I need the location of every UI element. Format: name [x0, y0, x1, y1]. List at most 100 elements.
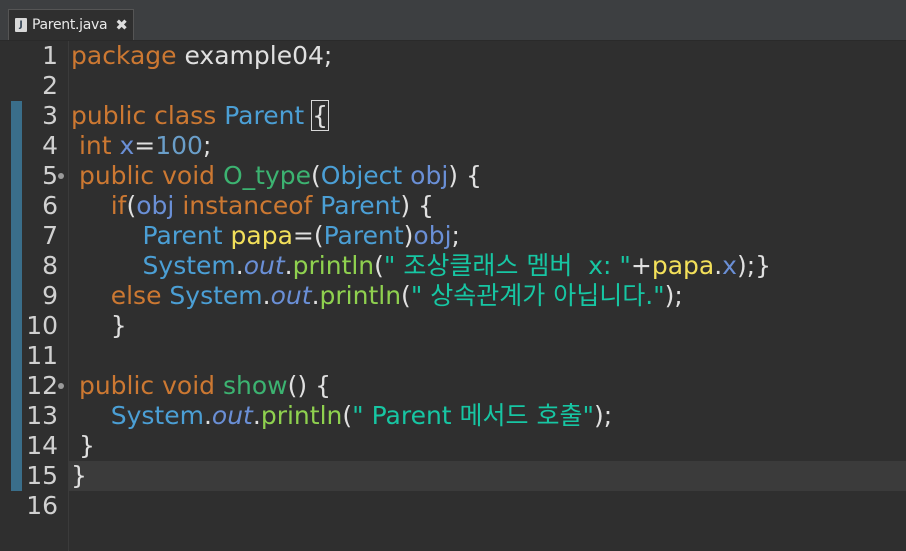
code-token: O_type	[222, 161, 312, 190]
code-line[interactable]: 12 public void show() {	[0, 371, 906, 401]
code-token: System	[110, 401, 204, 430]
code-token: out	[270, 281, 312, 310]
code-token: out	[211, 401, 253, 430]
code-token: if	[110, 191, 127, 220]
code-token: .	[284, 251, 293, 280]
code-token: .	[203, 401, 212, 430]
code-token: 100	[155, 131, 203, 160]
code-token: obj	[410, 161, 449, 190]
code-token: )	[403, 221, 414, 250]
tab-parent-java[interactable]: J Parent.java ✖	[8, 9, 134, 40]
code-token: .	[235, 251, 244, 280]
code-line[interactable]: 2	[0, 71, 906, 101]
code-line[interactable]: 4 int x=100;	[0, 131, 906, 161]
code-token: papa	[230, 221, 293, 250]
code-token: ;	[202, 131, 212, 160]
code-editor[interactable]: 1 package example04; 2 3 public class Parent…	[0, 41, 906, 551]
code-token: (	[311, 161, 321, 190]
editor-tab-bar: J Parent.java ✖	[0, 0, 906, 41]
code-line[interactable]: 1 package example04;	[0, 41, 906, 71]
code-token: papa	[651, 251, 715, 280]
line-number: 11	[26, 341, 58, 370]
code-token: Object	[320, 161, 403, 190]
code-token: ;	[451, 221, 460, 250]
code-line[interactable]: 6 if(obj instanceof Parent) {	[0, 191, 906, 221]
code-token: .	[714, 251, 723, 280]
code-token: public void	[78, 371, 216, 400]
code-line[interactable]: 5 public void O_type(Object obj) {	[0, 161, 906, 191]
code-token: x	[722, 251, 737, 280]
code-text: else System.out.println(" 상속관계가 아닙니다.");	[71, 281, 683, 311]
code-text: public void O_type(Object obj) {	[71, 161, 482, 191]
code-text: package example04;	[71, 41, 332, 71]
code-token: +	[630, 251, 652, 280]
code-token: .	[311, 281, 320, 310]
code-token: println	[292, 251, 375, 280]
code-line[interactable]: 9 else System.out.println(" 상속관계가 아닙니다."…	[0, 281, 906, 311]
code-token: obj	[413, 221, 452, 250]
code-line[interactable]: 11	[0, 341, 906, 371]
code-token: .	[252, 401, 261, 430]
code-token: Parent	[142, 221, 223, 250]
fold-toggle-icon[interactable]	[58, 173, 64, 179]
code-token: (	[374, 251, 384, 280]
code-token: obj	[136, 191, 175, 220]
line-number: 1	[42, 41, 58, 70]
code-line[interactable]: 13 System.out.println(" Parent 메서드 호출");	[0, 401, 906, 431]
code-token: (	[401, 281, 411, 310]
code-line[interactable]: 8 System.out.println(" 조상클래스 멤버 x: "+pap…	[0, 251, 906, 281]
line-number: 8	[42, 251, 58, 280]
code-token: " Parent 메서드 호출"	[352, 401, 594, 430]
close-icon[interactable]: ✖	[115, 16, 128, 34]
code-token: );	[594, 401, 613, 430]
code-token: ) {	[400, 191, 434, 220]
code-line[interactable]: 15}	[0, 461, 906, 491]
code-token: System	[142, 251, 236, 280]
code-line[interactable]: 16	[0, 491, 906, 521]
code-text: }	[71, 461, 87, 491]
code-token: show	[222, 371, 288, 400]
code-text: public class Parent {	[71, 100, 330, 131]
line-number: 13	[26, 401, 58, 430]
code-line[interactable]: 3 public class Parent {	[0, 100, 906, 131]
code-token: () {	[287, 371, 331, 400]
line-number: 10	[26, 311, 58, 340]
code-line[interactable]: 10 }	[0, 311, 906, 341]
code-token: (	[342, 401, 353, 430]
line-number: 2	[42, 71, 58, 100]
code-token: " 상속관계가 아닙니다."	[410, 281, 665, 310]
code-token: {	[311, 100, 330, 131]
code-token: System	[169, 281, 263, 310]
code-token: example04;	[176, 41, 333, 70]
fold-toggle-icon[interactable]	[58, 383, 64, 389]
code-line[interactable]: 7 Parent papa=(Parent)obj;	[0, 221, 906, 251]
line-number: 14	[26, 431, 58, 460]
code-token: Parent	[320, 191, 401, 220]
code-text: int x=100;	[71, 131, 211, 161]
line-number: 6	[42, 191, 58, 220]
tab-title: Parent.java	[32, 17, 108, 33]
code-line[interactable]: 14 }	[0, 431, 906, 461]
code-token: " 조상클래스 멤버 x: "	[383, 251, 631, 280]
code-token: Parent	[323, 221, 404, 250]
code-token: }	[71, 311, 127, 340]
code-text: if(obj instanceof Parent) {	[71, 191, 434, 221]
code-text: Parent papa=(Parent)obj;	[71, 221, 460, 251]
code-token: else	[110, 281, 162, 310]
code-token: =(	[292, 221, 324, 250]
code-token: int	[78, 131, 112, 160]
code-token: println	[319, 281, 402, 310]
code-token: (	[126, 191, 137, 220]
code-token: public void	[78, 161, 216, 190]
code-token: .	[262, 281, 271, 310]
code-text: public void show() {	[71, 371, 331, 401]
code-token: ) {	[448, 161, 482, 190]
code-text: }	[71, 431, 95, 461]
